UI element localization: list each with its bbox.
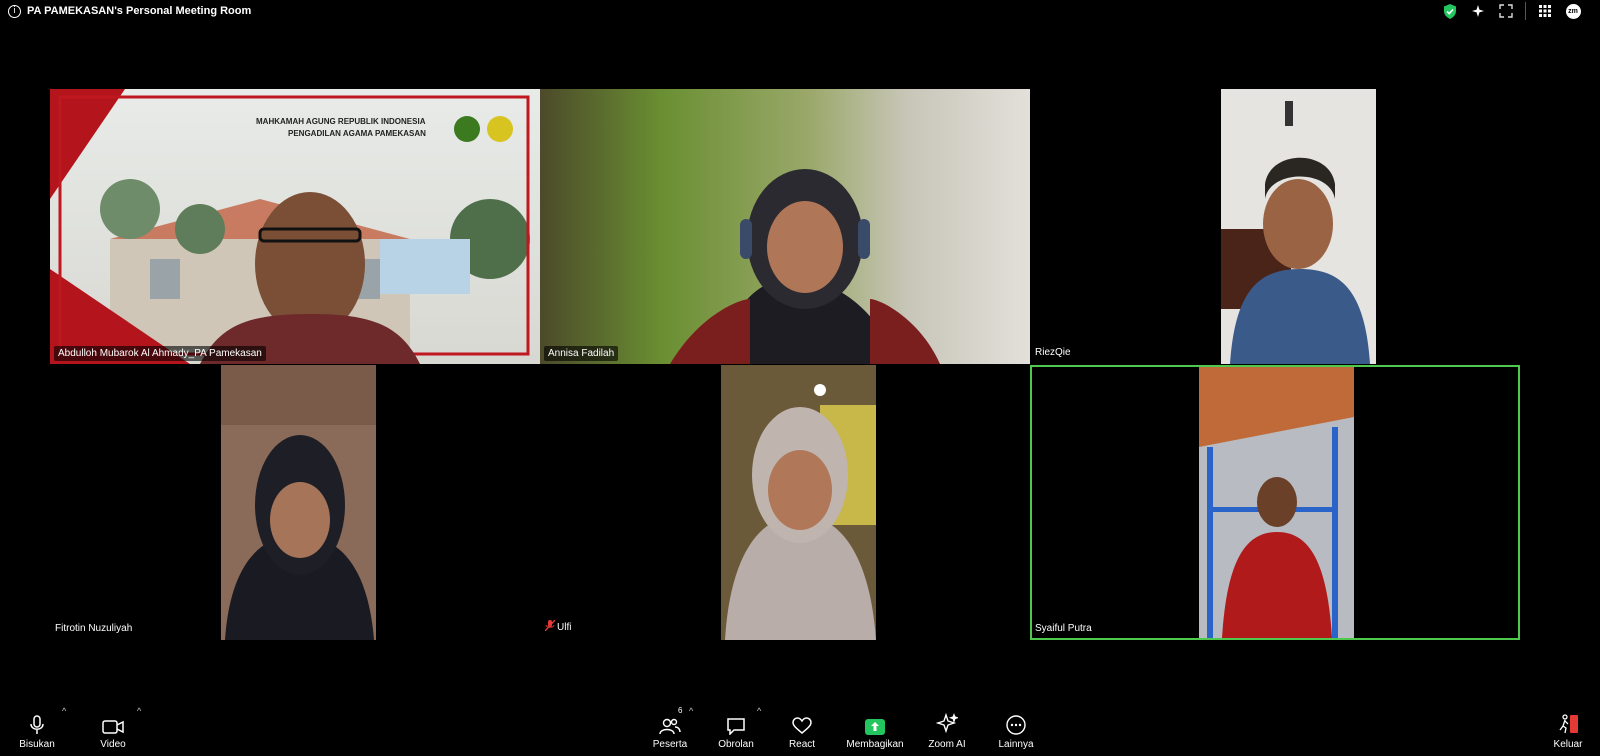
participant-name: Fitrotin Nuzuliyah xyxy=(55,623,133,634)
share-button[interactable]: Membagikan xyxy=(842,700,908,756)
toolbar-divider xyxy=(1525,2,1526,20)
participant-name: Abdulloh Mubarok Al Ahmady_PA Pamekasan xyxy=(54,346,266,361)
leave-button[interactable]: Keluar xyxy=(1550,700,1586,756)
video-feed xyxy=(1030,89,1520,364)
participant-name: Syaiful Putra xyxy=(1035,623,1092,634)
participants-icon xyxy=(659,718,681,735)
sparkle-icon[interactable] xyxy=(1469,2,1487,20)
video-tile-fitrotin[interactable]: Fitrotin Nuzuliyah xyxy=(50,365,540,640)
leave-icon xyxy=(1559,714,1578,734)
react-button[interactable]: React xyxy=(785,700,819,756)
more-icon xyxy=(1006,715,1026,735)
participant-name: Ulfi xyxy=(557,621,572,633)
share-label: Membagikan xyxy=(846,739,904,750)
grid-icon[interactable] xyxy=(1536,2,1554,20)
more-button[interactable]: Lainnya xyxy=(996,700,1036,756)
avatar-icon[interactable]: zm xyxy=(1564,2,1582,20)
mute-options-caret[interactable]: ^ xyxy=(62,706,66,716)
mute-label: Bisukan xyxy=(19,739,55,750)
participants-options-caret[interactable]: ^ xyxy=(689,706,693,716)
participant-name-row: Ulfi xyxy=(544,619,572,634)
participants-count: 6 xyxy=(678,706,683,715)
zoom-ai-button[interactable]: Zoom AI xyxy=(924,700,970,756)
video-tile-ulfi[interactable]: Ulfi xyxy=(540,365,1030,640)
zoom-ai-label: Zoom AI xyxy=(928,739,966,750)
chat-options-caret[interactable]: ^ xyxy=(757,706,761,716)
mute-button[interactable]: Bisukan xyxy=(16,700,58,756)
top-bar: i PA PAMEKASAN's Personal Meeting Room z… xyxy=(0,0,1600,22)
meeting-toolbar: Bisukan ^ Video ^ Peserta 6 ^ Obrolan ^ … xyxy=(0,700,1600,756)
video-tile-riezqie[interactable]: RiezQie xyxy=(1030,89,1520,364)
participants-button[interactable]: Peserta xyxy=(648,700,692,756)
banner-line-2: PENGADILAN AGAMA PAMEKASAN xyxy=(288,129,426,138)
heart-icon xyxy=(792,717,812,734)
participant-name: Annisa Fadilah xyxy=(544,346,619,361)
video-tile-annisa[interactable]: Annisa Fadilah xyxy=(540,89,1030,364)
video-options-caret[interactable]: ^ xyxy=(137,706,141,716)
share-icon xyxy=(865,719,885,735)
shield-icon[interactable] xyxy=(1441,2,1459,20)
mic-icon xyxy=(30,715,44,734)
video-label: Video xyxy=(100,739,126,750)
participants-label: Peserta xyxy=(652,739,688,750)
video-button[interactable]: Video xyxy=(93,700,133,756)
zoom-ai-icon xyxy=(936,713,958,734)
fullscreen-icon[interactable] xyxy=(1497,2,1515,20)
video-feed xyxy=(540,365,1030,640)
video-camera-icon xyxy=(102,720,124,734)
video-feed xyxy=(1032,367,1518,638)
participant-name: RiezQie xyxy=(1035,347,1071,358)
meeting-title: PA PAMEKASAN's Personal Meeting Room xyxy=(27,5,252,17)
video-tile-abdulloh[interactable]: MAHKAMAH AGUNG REPUBLIK INDONESIA PENGAD… xyxy=(50,89,540,364)
react-label: React xyxy=(788,739,816,750)
top-right-controls: zm xyxy=(1441,2,1582,20)
banner-line-1: MAHKAMAH AGUNG REPUBLIK INDONESIA xyxy=(256,117,426,126)
video-tile-syaiful[interactable]: Syaiful Putra xyxy=(1030,365,1520,640)
chat-label: Obrolan xyxy=(718,739,754,750)
info-icon[interactable]: i xyxy=(8,4,21,18)
more-label: Lainnya xyxy=(998,739,1034,750)
mic-muted-icon xyxy=(544,619,556,634)
video-feed xyxy=(540,89,1030,364)
leave-label: Keluar xyxy=(1553,739,1583,750)
chat-icon xyxy=(727,718,745,735)
chat-button[interactable]: Obrolan xyxy=(715,700,757,756)
video-feed xyxy=(50,365,540,640)
